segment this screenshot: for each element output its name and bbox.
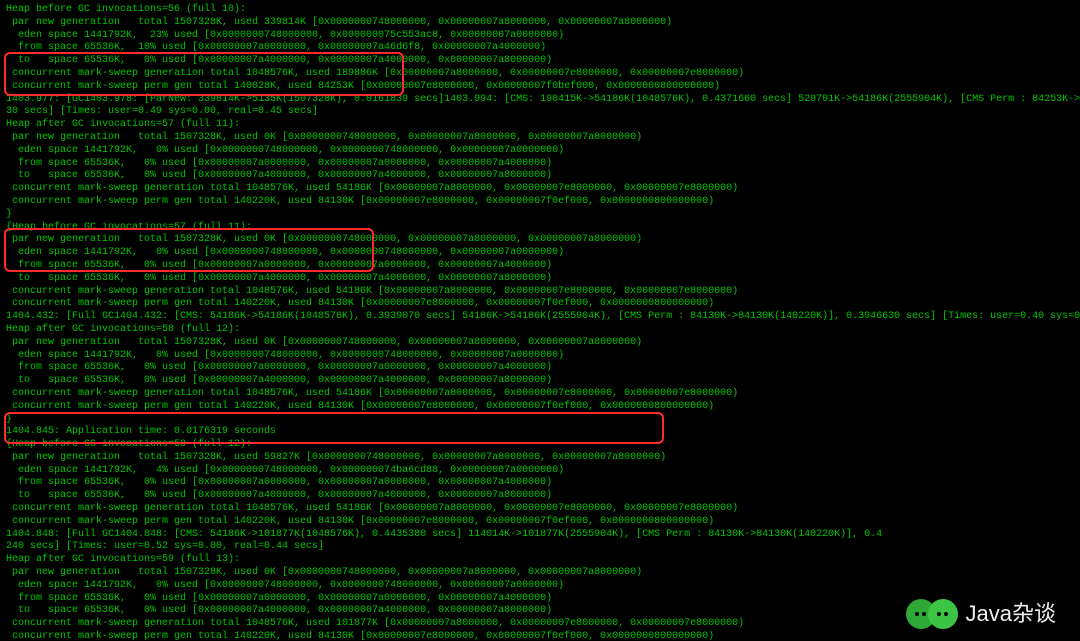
watermark: Java杂谈 [906,599,1056,629]
log-line: } [6,209,1074,222]
log-line: par new generation total 1507328K, used … [6,132,1074,145]
log-line: concurrent mark-sweep generation total 1… [6,68,1074,81]
log-line: } [6,414,1074,427]
log-line: concurrent mark-sweep generation total 1… [6,286,1074,299]
log-line: concurrent mark-sweep perm gen total 140… [6,298,1074,311]
log-line: {Heap before GC invocations=58 (full 12)… [6,439,1074,452]
log-line: Heap after GC invocations=57 (full 11): [6,119,1074,132]
log-line: 1404.848: [Full GC1404.848: [CMS: 54186K… [6,529,1074,542]
log-line: to space 65536K, 0% used [0x00000007a400… [6,55,1074,68]
log-line: par new generation total 1507328K, used … [6,17,1074,30]
log-line: par new generation total 1507328K, used … [6,337,1074,350]
log-line: from space 65536K, 0% used [0x00000007a0… [6,362,1074,375]
log-line: concurrent mark-sweep perm gen total 140… [6,631,1074,641]
watermark-label: Java杂谈 [966,600,1056,628]
log-line: from space 65536K, 0% used [0x00000007a0… [6,477,1074,490]
log-line: {Heap before GC invocations=57 (full 11)… [6,222,1074,235]
log-line: par new generation total 1507328K, used … [6,234,1074,247]
log-line: from space 65536K, 10% used [0x00000007a… [6,42,1074,55]
log-line: to space 65536K, 0% used [0x00000007a400… [6,273,1074,286]
log-line: eden space 1441792K, 0% used [0x00000007… [6,350,1074,363]
log-line: eden space 1441792K, 0% used [0x00000007… [6,580,1074,593]
log-line: 1403.977: [GC1403.978: [ParNew: 339814K-… [6,94,1074,107]
log-line: 30 secs] [Times: user=0.49 sys=0.00, rea… [6,106,1074,119]
log-line: concurrent mark-sweep perm gen total 140… [6,401,1074,414]
log-line: 1404.432: [Full GC1404.432: [CMS: 54186K… [6,311,1074,324]
log-line: from space 65536K, 0% used [0x00000007a0… [6,158,1074,171]
log-line: eden space 1441792K, 0% used [0x00000007… [6,145,1074,158]
terminal-output: Heap before GC invocations=56 (full 10):… [0,0,1080,641]
log-line: Heap after GC invocations=59 (full 13): [6,554,1074,567]
log-line: to space 65536K, 0% used [0x00000007a400… [6,375,1074,388]
log-line: 1404.845: Application time: 0.0176319 se… [6,426,1074,439]
wechat-icon [906,599,958,629]
log-line: from space 65536K, 0% used [0x00000007a0… [6,260,1074,273]
log-line: Heap after GC invocations=58 (full 12): [6,324,1074,337]
log-line: par new generation total 1507328K, used … [6,567,1074,580]
log-line: eden space 1441792K, 4% used [0x00000007… [6,465,1074,478]
log-line: Heap before GC invocations=56 (full 10): [6,4,1074,17]
log-line: eden space 1441792K, 0% used [0x00000007… [6,247,1074,260]
log-line: concurrent mark-sweep generation total 1… [6,503,1074,516]
log-line: concurrent mark-sweep generation total 1… [6,183,1074,196]
log-line: concurrent mark-sweep generation total 1… [6,388,1074,401]
log-line: eden space 1441792K, 23% used [0x0000000… [6,30,1074,43]
log-line: concurrent mark-sweep perm gen total 140… [6,196,1074,209]
log-line: 240 secs] [Times: user=0.52 sys=0.00, re… [6,541,1074,554]
log-line: par new generation total 1507328K, used … [6,452,1074,465]
log-line: concurrent mark-sweep perm gen total 140… [6,81,1074,94]
log-line: to space 65536K, 0% used [0x00000007a400… [6,170,1074,183]
log-line: to space 65536K, 0% used [0x00000007a400… [6,490,1074,503]
log-line: concurrent mark-sweep perm gen total 140… [6,516,1074,529]
